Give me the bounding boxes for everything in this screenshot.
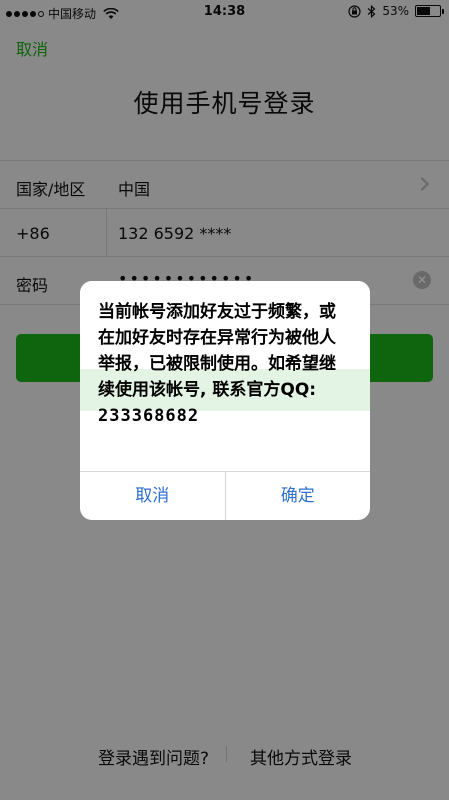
dialog-confirm-button[interactable]: 确定 bbox=[224, 472, 371, 520]
message-line: 当前帐号添加好友过于频繁，或 bbox=[98, 302, 336, 322]
alert-dialog: 当前帐号添加好友过于频繁，或 在加好友时存在异常行为被他人 举报，已被限制使用。… bbox=[80, 281, 370, 520]
message-line: 续使用该帐号, 联系官方QQ: bbox=[98, 380, 317, 400]
dialog-message: 当前帐号添加好友过于频繁，或 在加好友时存在异常行为被他人 举报，已被限制使用。… bbox=[98, 299, 360, 429]
dialog-cancel-button[interactable]: 取消 bbox=[80, 472, 225, 520]
message-line: 在加好友时存在异常行为被他人 bbox=[98, 328, 336, 348]
qq-number: 233368682 bbox=[98, 406, 200, 426]
dialog-buttons: 取消 确定 bbox=[80, 471, 370, 520]
dialog-message-area: 当前帐号添加好友过于频繁，或 在加好友时存在异常行为被他人 举报，已被限制使用。… bbox=[80, 281, 370, 471]
message-line: 举报，已被限制使用。如希望继 bbox=[98, 354, 336, 374]
